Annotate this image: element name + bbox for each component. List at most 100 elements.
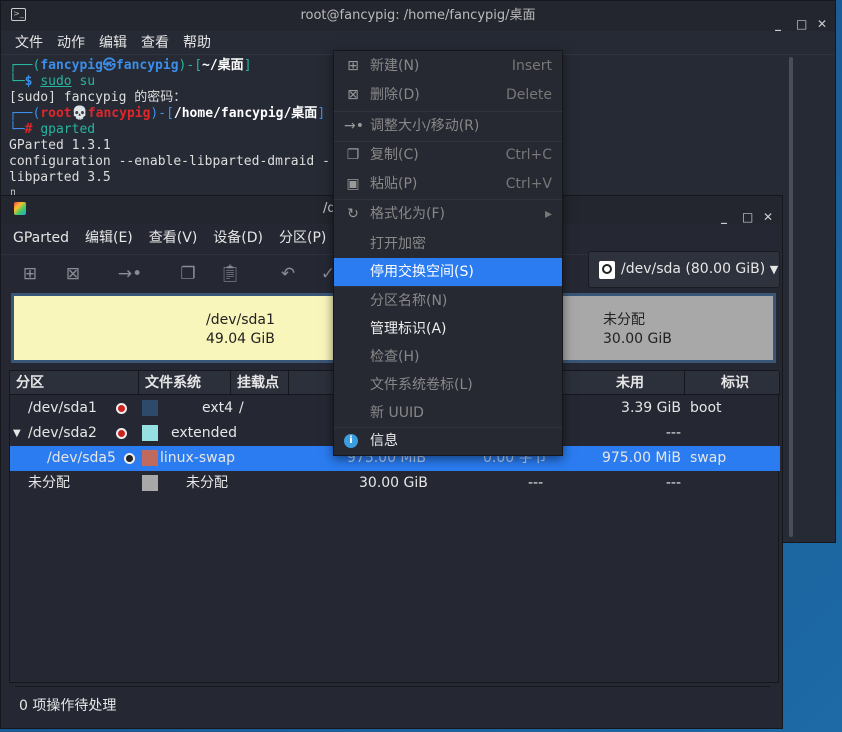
- fs-color-swatch: [142, 475, 158, 491]
- gparted-app-icon: [14, 202, 26, 215]
- device-label: /dev/sda (80.00 GiB): [621, 261, 766, 277]
- terminal-icon: >_: [11, 8, 26, 21]
- shortcut: Ctrl+V: [505, 176, 552, 192]
- resize-icon: →•: [344, 118, 364, 134]
- menu-label: 粘贴(P): [370, 176, 418, 192]
- prompt: ]: [243, 58, 252, 73]
- menu-item-manage-flags[interactable]: 管理标识(A): [334, 315, 562, 343]
- copy-icon: ❐: [346, 147, 360, 163]
- prompt: └─: [9, 74, 25, 89]
- prompt: ]: [317, 106, 326, 121]
- menu-view[interactable]: 查看: [141, 31, 169, 54]
- menu-item-open-encryption[interactable]: 打开加密: [334, 230, 562, 258]
- menu-item-new[interactable]: ⊞ 新建(N) Insert: [334, 52, 562, 80]
- undo-icon[interactable]: ↶: [275, 261, 301, 287]
- partition-cell: /dev/sda1: [28, 400, 97, 416]
- menu-label: 格式化为(F): [370, 206, 445, 222]
- menu-label: 删除(D): [370, 87, 420, 103]
- terminal-output[interactable]: ┌──(fancypig㉿fancypig)-[~/桌面] └─$ sudo s…: [9, 58, 330, 202]
- new-partition-icon[interactable]: ⊞: [17, 261, 43, 287]
- output-line: libparted 3.5: [9, 170, 111, 185]
- menu-label: 信息: [370, 433, 398, 449]
- menu-item-new-uuid[interactable]: 新 UUID: [334, 399, 562, 427]
- menu-label: 新 UUID: [370, 405, 424, 421]
- menu-action[interactable]: 动作: [57, 31, 85, 54]
- shortcut: Ctrl+C: [505, 147, 552, 163]
- terminal-title: root@fancypig: /home/fancypig/桌面: [300, 8, 536, 23]
- prompt: ┌──(: [9, 106, 41, 121]
- resize-move-icon[interactable]: →•: [117, 261, 143, 287]
- partition-size: 30.00 GiB: [603, 331, 672, 347]
- unused-cell: ---: [665, 425, 681, 441]
- swap-active-icon: [124, 453, 135, 464]
- partition-cell: 未分配: [28, 475, 70, 491]
- menu-item-paste[interactable]: ▣ 粘贴(P) Ctrl+V: [334, 170, 562, 198]
- menu-file[interactable]: 文件: [15, 31, 43, 54]
- prompt-user: root💀fancypig: [40, 106, 151, 121]
- copy-icon[interactable]: ❐: [175, 261, 201, 287]
- menu-help[interactable]: 帮助: [183, 31, 211, 54]
- context-menu: ⊞ 新建(N) Insert ⊠ 删除(D) Delete →• 调整大小/移动(R) ❐…: [333, 50, 563, 456]
- filesystem-cell: linux-swap: [160, 450, 236, 466]
- menu-item-information[interactable]: i 信息: [334, 427, 562, 455]
- menu-item-copy[interactable]: ❐ 复制(C) Ctrl+C: [334, 141, 562, 169]
- menu-item-resize-move[interactable]: →• 调整大小/移动(R): [334, 112, 562, 140]
- column-header-flags[interactable]: 标识: [685, 371, 780, 395]
- menu-gparted[interactable]: GParted: [13, 224, 69, 252]
- partition-block-unallocated[interactable]: 未分配 30.00 GiB: [563, 296, 773, 360]
- fs-color-swatch: [142, 400, 158, 416]
- partition-cell: /dev/sda5: [47, 450, 116, 466]
- menu-label: 文件系统卷标(L): [370, 377, 473, 393]
- menu-item-fs-label[interactable]: 文件系统卷标(L): [334, 371, 562, 399]
- output-line: GParted 1.3.1: [9, 138, 111, 153]
- chevron-down-icon: ▼: [769, 263, 779, 276]
- menu-device[interactable]: 设备(D): [213, 224, 263, 252]
- command: sudo: [40, 74, 72, 89]
- paste-icon: ▣: [346, 176, 360, 192]
- fs-color-swatch: [142, 425, 158, 441]
- column-header-filesystem[interactable]: 文件系统: [139, 371, 231, 395]
- divider: [15, 686, 770, 687]
- command: gparted: [40, 122, 96, 137]
- output-line: configuration --enable-libparted-dmraid …: [9, 154, 330, 169]
- partition-cell: /dev/sda2: [28, 425, 97, 441]
- menu-item-check[interactable]: 检查(H): [334, 343, 562, 371]
- filesystem-cell: 未分配: [186, 475, 228, 491]
- menu-item-delete[interactable]: ⊠ 删除(D) Delete: [334, 81, 562, 109]
- device-selector[interactable]: /dev/sda (80.00 GiB) ▼: [588, 251, 780, 288]
- format-icon: ↻: [347, 206, 359, 222]
- disk-icon: [599, 261, 615, 279]
- expander-icon[interactable]: ▼: [13, 421, 21, 446]
- unused-cell: 975.00 MiB: [601, 450, 681, 466]
- size-cell: 30.00 GiB: [359, 475, 428, 491]
- prompt-dir: ~/桌面: [202, 58, 244, 73]
- table-row[interactable]: 未分配 未分配 30.00 GiB --- ---: [10, 471, 780, 496]
- menu-item-format[interactable]: ↻ 格式化为(F) ▸: [334, 200, 562, 228]
- used-cell: ---: [528, 475, 544, 491]
- menu-view[interactable]: 查看(V): [149, 224, 198, 252]
- menu-label: 打开加密: [370, 236, 426, 252]
- prompt-dir: /home/fancypig/桌面: [173, 106, 318, 121]
- mountpoint-cell: /: [239, 400, 244, 416]
- delete-icon[interactable]: ⊠: [60, 261, 86, 287]
- menu-partition[interactable]: 分区(P): [279, 224, 326, 252]
- menu-label: 复制(C): [370, 147, 419, 163]
- terminal-scrollbar[interactable]: [789, 57, 793, 537]
- prompt-user: fancypig㉿fancypig: [40, 58, 179, 73]
- paste-icon[interactable]: 📋︎: [217, 261, 243, 287]
- unused-cell: 3.39 GiB: [621, 400, 681, 416]
- shortcut: Insert: [511, 58, 552, 74]
- fs-color-swatch: [142, 450, 158, 466]
- menu-label: 检查(H): [370, 349, 420, 365]
- menu-edit[interactable]: 编辑(E): [85, 224, 133, 252]
- terminal-titlebar: >_ root@fancypig: /home/fancypig/桌面 _ □ …: [1, 1, 835, 31]
- menu-item-partition-name[interactable]: 分区名称(N): [334, 287, 562, 315]
- menu-edit[interactable]: 编辑: [99, 31, 127, 54]
- column-header-partition[interactable]: 分区: [10, 371, 139, 395]
- status-text: 0 项操作待处理: [19, 698, 117, 714]
- shortcut: Delete: [506, 87, 552, 103]
- delete-icon: ⊠: [347, 87, 359, 103]
- menu-item-swapoff[interactable]: 停用交换空间(S): [334, 258, 562, 286]
- menu-label: 调整大小/移动(R): [370, 118, 480, 134]
- column-header-mountpoint[interactable]: 挂载点: [231, 371, 289, 395]
